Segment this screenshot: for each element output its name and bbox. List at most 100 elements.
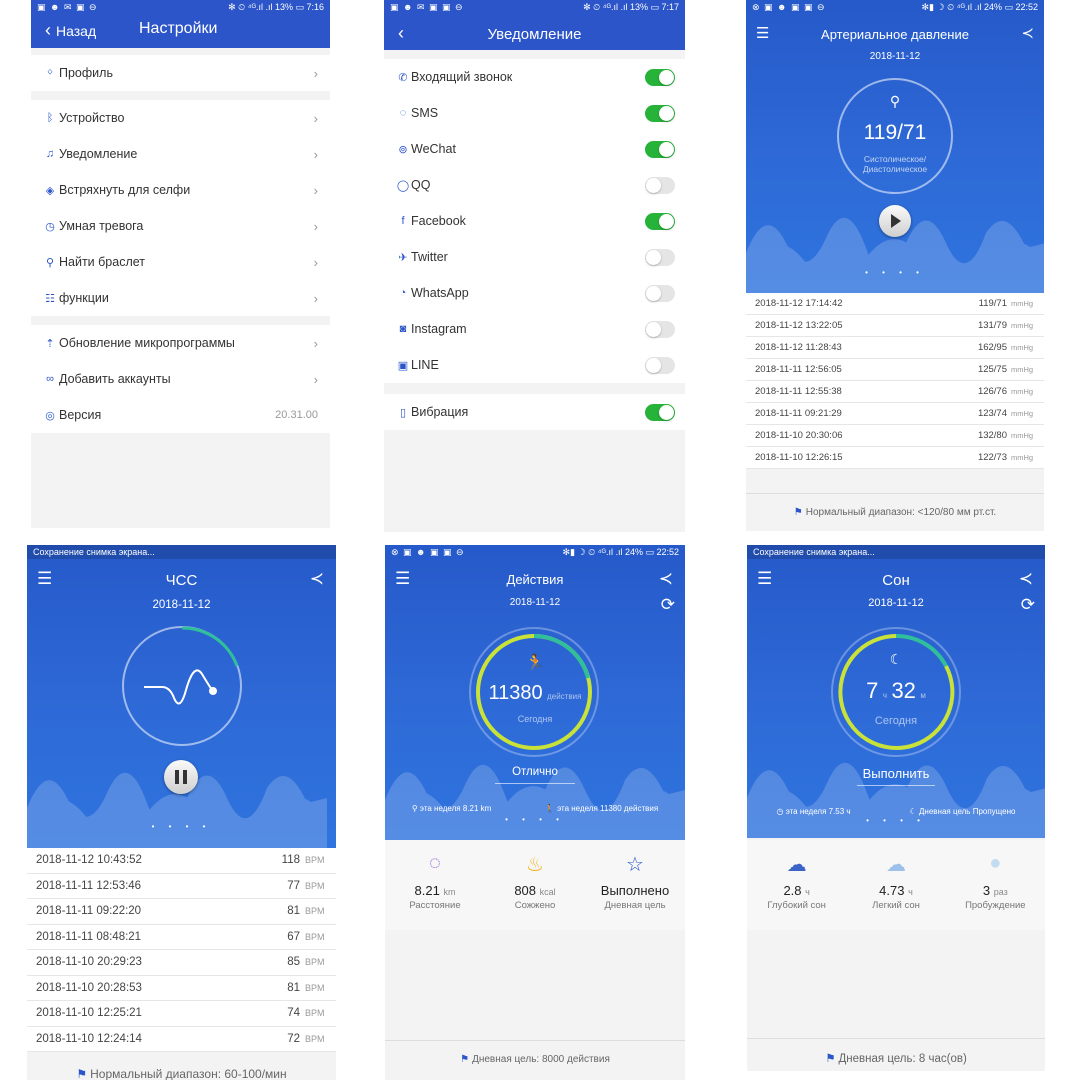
settings-item-firmware-update[interactable]: ⇡ Обновление микропрограммы › [31,325,330,361]
steps-value: 11380 [488,682,543,704]
measurement-unit: BPM [305,906,325,917]
measurement-date: 2018-11-11 12:55:38 [755,386,842,397]
status-icons: ⊗ ▣ ☻ ▣ ▣ ⊖ [391,546,465,557]
measurement-unit: BPM [305,1033,325,1044]
status-text: Сохранение снимка экрана... [33,547,155,557]
stat-unit: kcal [539,887,556,897]
stat-deep-sleep: ☁ 2.8 ч Глубокий сон [747,840,846,930]
stat-distance: ◌ 8.21 km Расстояние [385,840,485,930]
location-pin-icon: ⚲ [411,804,420,813]
table-row[interactable]: 2018-11-12 13:22:05 131/79 mmHg [746,315,1044,337]
sleep-hero: Сохранение снимка экрана... ☰ ≺ ⟳ Сон 20… [747,545,1045,838]
blood-pressure-hero: ⊗ ▣ ☻ ▣ ▣ ⊖ ✻▮ ☽ ⏲ ⁴ᴳ.ıl .ıl 24% ▭ 22:52… [746,0,1044,293]
layers-icon: ◎ [45,409,55,422]
vibration-toggle[interactable] [645,403,675,421]
status-text: Сохранение снимка экрана... [753,547,875,557]
page-title: ЧСС [165,572,198,589]
page-indicator: • • • • [865,268,925,277]
measurement-value: 162/95 [977,342,1007,353]
divider [385,1040,685,1041]
stat-unit: ч [908,887,913,897]
stat-value-line: 3 раз [946,883,1045,898]
measurement-unit: mmHg [1011,343,1034,352]
week-steps-text: эта неделя 11380 действия [557,804,659,813]
measurement-date: 2018-11-11 12:53:46 [36,879,142,892]
play-button[interactable] [879,205,911,237]
back-button[interactable]: ‹ Назад [45,20,96,41]
measurement-unit: mmHg [1011,387,1034,396]
status-info: ✻ ⏲ ⁴ᴳ.ıl .ıl 13% ▭ 7:16 [228,1,324,12]
stat-label: Сожжено [514,900,556,911]
notification-toggle[interactable] [645,248,675,266]
stat-flame: ♨ 808 kcal Сожжено [485,840,585,930]
measurement-date: 2018-11-12 13:22:05 [755,320,843,331]
measurement-value: 85 [287,956,300,969]
table-row[interactable]: 2018-11-10 12:25:21 74 BPM [27,1001,336,1027]
notification-item-sms: ◌ SMS [384,95,685,131]
measurement-date: 2018-11-11 12:56:05 [755,364,842,375]
stat-unit: раз [993,887,1008,897]
notification-toggle[interactable] [645,212,675,230]
sms-icon: ◌ [399,107,407,119]
vibration-group: ▯ Вибрация [384,394,685,430]
measurement-value: 123/74 [977,408,1007,419]
table-row[interactable]: 2018-11-10 20:28:53 81 BPM [27,975,336,1001]
table-row[interactable]: 2018-11-11 08:48:21 67 BPM [27,924,336,950]
blood-pressure-list: 2018-11-12 17:14:42 119/71 mmHg 2018-11-12 … [746,293,1044,469]
measurement-value: 77 [287,879,300,892]
pause-icon [175,770,179,784]
settings-item-notifications[interactable]: ♫ Уведомление › [31,136,330,172]
notification-toggle[interactable] [645,320,675,338]
notification-toggle[interactable] [645,356,675,374]
settings-item-profile[interactable]: ᛜ Профиль › [31,55,330,91]
settings-item-shake-selfie[interactable]: ◈ Встряхнуть для селфи › [31,172,330,208]
firmware-update-icon: ⇡ [45,337,55,350]
notification-toggle[interactable] [645,68,675,86]
daily-goal-footer: ⚑ Дневная цель: 8 час(ов) [747,1051,1045,1065]
stat-wake: ● 3 раз Пробуждение [946,840,1045,930]
table-row[interactable]: 2018-11-11 12:56:05 125/75 mmHg [746,359,1044,381]
settings-item-functions[interactable]: ☷ функции › [31,280,330,316]
play-icon [891,214,901,228]
table-row[interactable]: 2018-11-10 20:30:06 132/80 mmHg [746,425,1044,447]
wechat-icon: ⊚ [398,143,408,156]
notification-toggle[interactable] [645,104,675,122]
measurement-unit: mmHg [1011,453,1034,462]
table-row[interactable]: 2018-11-11 12:55:38 126/76 mmHg [746,381,1044,403]
notification-toggle[interactable] [645,176,675,194]
table-row[interactable]: 2018-11-12 11:28:43 162/95 mmHg [746,337,1044,359]
table-row[interactable]: 2018-11-10 12:24:14 72 BPM [27,1026,336,1052]
notification-item-label: Входящий звонок [411,70,513,84]
chevron-right-icon: › [313,371,318,387]
link-icon: ∞ [46,373,54,385]
chevron-left-icon: ‹ [45,20,51,40]
page-title: Уведомление [487,26,582,43]
heart-rate-screen: Сохранение снимка экрана... ☰ ≺ ЧСС 2018… [27,545,336,1080]
pause-button[interactable] [164,760,198,794]
settings-item-version: ◎ Версия 20.31.00 [31,397,330,433]
table-row[interactable]: 2018-11-11 09:21:29 123/74 mmHg [746,403,1044,425]
measurement-value: 81 [287,905,300,918]
table-row[interactable]: 2018-11-10 20:29:23 85 BPM [27,950,336,976]
hours-unit: ч [882,691,887,700]
table-row[interactable]: 2018-11-12 10:43:52 118 BPM [27,848,336,874]
measurement-date: 2018-11-12 11:28:43 [755,342,842,353]
page-indicator: • • • • [866,816,926,825]
week-steps: 🚶 эта неделя 11380 действия [545,804,658,813]
settings-item-device[interactable]: ᛒ Устройство › [31,100,330,136]
table-row[interactable]: 2018-11-12 17:14:42 119/71 mmHg [746,293,1044,315]
notification-toggle[interactable] [645,140,675,158]
table-row[interactable]: 2018-11-10 12:26:15 122/73 mmHg [746,447,1044,469]
measurement-unit: BPM [305,957,325,968]
settings-item-smart-alarm[interactable]: ◷ Умная тревога › [31,208,330,244]
table-row[interactable]: 2018-11-11 09:22:20 81 BPM [27,899,336,925]
chevron-right-icon: › [313,110,318,126]
daily-goal-footer: ⚑ Дневная цель: 8000 действия [385,1054,685,1065]
settings-header: ▣ ☻ ✉ ▣ ⊖ ✻ ⏲ ⁴ᴳ.ıl .ıl 13% ▭ 7:16 ‹ Наз… [31,0,330,48]
table-row[interactable]: 2018-11-11 12:53:46 77 BPM [27,873,336,899]
settings-item-add-accounts[interactable]: ∞ Добавить аккаунты › [31,361,330,397]
notification-toggle[interactable] [645,284,675,302]
settings-item-label: Добавить аккаунты [59,372,171,386]
chevron-right-icon: › [313,254,318,270]
settings-item-find-band[interactable]: ⚲ Найти браслет › [31,244,330,280]
